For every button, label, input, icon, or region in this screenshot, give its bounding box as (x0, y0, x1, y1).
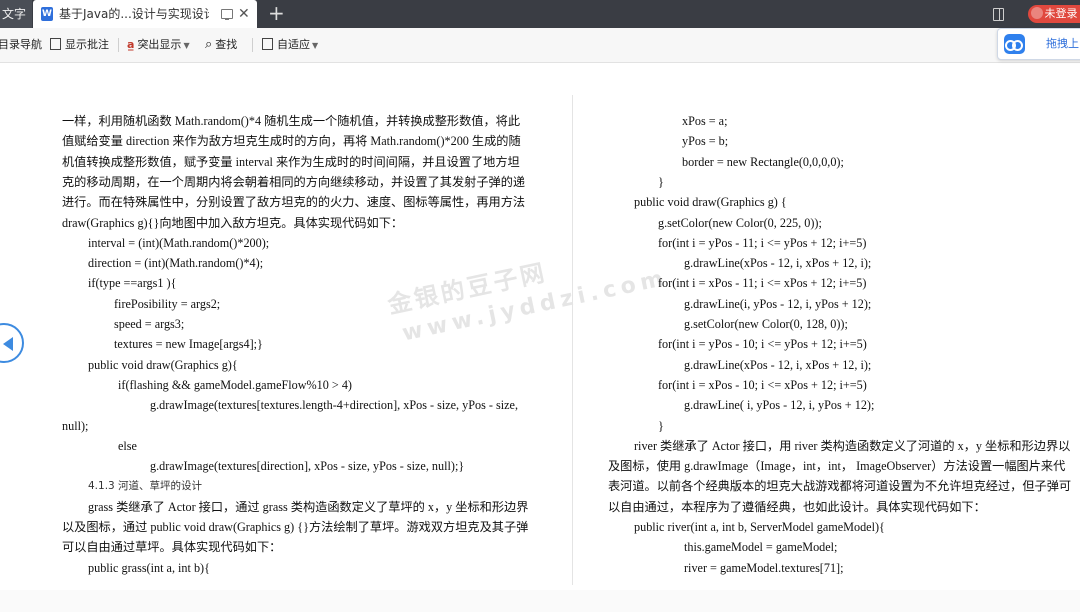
text-line: xPos = a; (682, 114, 728, 128)
text-line: 机值转换成整形数值，赋予变量 interval 来作为生成时的时间间隔，并且设置… (62, 154, 520, 169)
viewer-bottom-edge (0, 590, 1080, 612)
text-line: 可以自由通过草坪。具体实现代码如下： (62, 540, 282, 555)
tab-bar: 文字 W 基于Java的...设计与实现设计 ✕ + 未登录 (0, 0, 1080, 28)
toc-button[interactable]: 目录导航 (0, 28, 42, 62)
page-divider (572, 95, 573, 585)
text-line: grass 类继承了 Actor 接口，通过 grass 类构造函数定义了草坪的… (88, 499, 529, 514)
watermark-url: www.jyddzi.com (400, 265, 671, 347)
text-line: public void draw(Graphics g){ (88, 357, 238, 372)
text-line: 以及图标，通过 public void draw(Graphics g) {}方… (62, 520, 529, 534)
text-line: this.gameModel = gameModel; (684, 540, 838, 555)
text-line: speed = args3; (114, 317, 185, 331)
window-layout-icon[interactable] (993, 8, 1004, 21)
text-line: border = new Rectangle(0,0,0,0); (682, 154, 844, 169)
screen-icon[interactable] (221, 9, 233, 20)
text-line: public grass(int a, int b){ (88, 560, 210, 575)
drag-upload-label: 拖拽上 (1046, 37, 1079, 50)
text-line: public void draw(Graphics g) { (634, 195, 787, 210)
find-button[interactable]: ⌕ 查找 (205, 28, 237, 62)
text-line: null); (62, 418, 89, 433)
text-line: g.setColor(new Color(0, 128, 0)); (684, 317, 848, 331)
text-line: 表河道。以前各个经典版本的坦克大战游戏都将河道设置为不允许坦克经过，但子弹可 (608, 479, 1072, 494)
search-icon: ⌕ (205, 37, 213, 52)
text-line: } (658, 418, 664, 433)
word-doc-icon: W (41, 7, 53, 21)
baidu-drag-upload-button[interactable]: 拖拽上 (997, 28, 1080, 60)
text-line: else (118, 438, 137, 453)
text-line: 值赋给变量 direction 来作为敌方坦克生成时的方向，再将 Math.ra… (62, 134, 521, 149)
text-line: for(int i = yPos - 11; i <= yPos + 12; i… (658, 235, 867, 250)
text-line: g.setColor(new Color(0, 225, 0)); (658, 215, 822, 230)
text-line: 及图标，使用 g.drawImage（Image，int，int， ImageO… (608, 459, 1066, 474)
find-label: 查找 (215, 38, 238, 51)
show-comments-label: 显示批注 (65, 38, 109, 51)
toolbar-divider (252, 38, 253, 52)
text-line: g.drawImage(textures[textures.length-4+d… (150, 398, 518, 413)
text-line: public river(int a, int b, ServerModel g… (634, 520, 885, 534)
text-line: river 类继承了 Actor 接口，用 river 类构造函数定义了河道的 … (634, 438, 1071, 453)
highlight-icon: a̲ (127, 38, 135, 51)
text-line: g.drawLine(xPos - 12, i, xPos + 12, i); (684, 357, 872, 372)
text-line: direction = (int)(Math.random()*4); (88, 256, 264, 271)
highlight-label: 突出显示 (137, 38, 182, 51)
text-line: g.drawLine(xPos - 12, i, xPos + 12, i); (684, 256, 872, 271)
text-line: for(int i = xPos - 11; i <= xPos + 12; i… (658, 276, 867, 291)
text-line: 一样，利用随机函数 Math.random()*4 随机生成一个随机值，并转换成… (62, 114, 521, 128)
text-line: g.drawImage(textures[direction], xPos - … (150, 459, 465, 474)
text-line: interval = (int)(Math.random()*200); (88, 235, 270, 250)
page-fit-icon (262, 38, 273, 50)
login-badge[interactable]: 未登录 (1028, 5, 1080, 23)
fit-mode-select[interactable]: 自适应 ▼ (262, 28, 318, 62)
highlight-button[interactable]: a̲ 突出显示 ▼ (127, 28, 190, 62)
comment-icon (50, 38, 61, 50)
text-line: 克的移动周期，在一个周期内将会朝着相同的方向继续移动，并设置了其发射子弹的递 (62, 174, 526, 189)
avatar-icon (1030, 7, 1043, 19)
text-line: g.drawLine( i, yPos - 12, i, yPos + 12); (684, 398, 875, 413)
text-line: g.drawLine(i, yPos - 12, i, yPos + 12); (684, 296, 872, 311)
login-label: 未登录 (1044, 7, 1078, 20)
text-line: 进行。而在特殊属性中，分别设置了敌方坦克的的火力、速度、图标等属性，再用方法 (62, 195, 526, 210)
previous-page-arrow-icon[interactable] (0, 323, 24, 363)
tab-title: 基于Java的...设计与实现设计 (59, 7, 209, 21)
chevron-down-icon: ▼ (312, 41, 319, 50)
text-line: for(int i = yPos - 10; i <= yPos + 12; i… (658, 337, 867, 352)
toolbar-divider (118, 38, 119, 52)
watermark-brand: 金银的豆子网 (385, 258, 550, 320)
text-line: yPos = b; (682, 134, 729, 149)
text-line: 以自由通过，本程序为了遵循经典，也如此设计。具体实现代码如下： (608, 499, 986, 514)
toc-label: 目录导航 (0, 38, 42, 51)
text-line: } (658, 174, 664, 189)
text-line: for(int i = xPos - 10; i <= xPos + 12; i… (658, 377, 867, 392)
show-comments-button[interactable]: 显示批注 (50, 28, 109, 62)
text-line: firePosibility = args2; (114, 296, 221, 311)
text-line: river = gameModel.textures[71]; (684, 560, 844, 575)
reader-toolbar: 目录导航 显示批注 a̲ 突出显示 ▼ ⌕ 查找 自适应 ▼ (0, 28, 1080, 63)
close-tab-icon[interactable]: ✕ (238, 0, 250, 28)
text-line: draw(Graphics g){}向地图中加入敌方坦克。具体实现代码如下： (62, 215, 404, 230)
tab-document[interactable]: W 基于Java的...设计与实现设计 ✕ (33, 0, 257, 28)
chevron-down-icon: ▼ (183, 41, 190, 50)
text-line: 4.1.3 河道、草坪的设计 (88, 480, 203, 493)
text-line: if(flashing && gameModel.gameFlow%10 > 4… (118, 377, 352, 392)
text-line: if(type ==args1 ){ (88, 276, 177, 291)
fit-mode-label: 自适应 (277, 38, 310, 51)
text-line: textures = new Image[args4];} (114, 337, 263, 352)
tab-previous[interactable]: 文字 (0, 0, 32, 28)
new-tab-plus-icon[interactable]: + (268, 0, 285, 27)
cloud-icon (1004, 34, 1025, 54)
